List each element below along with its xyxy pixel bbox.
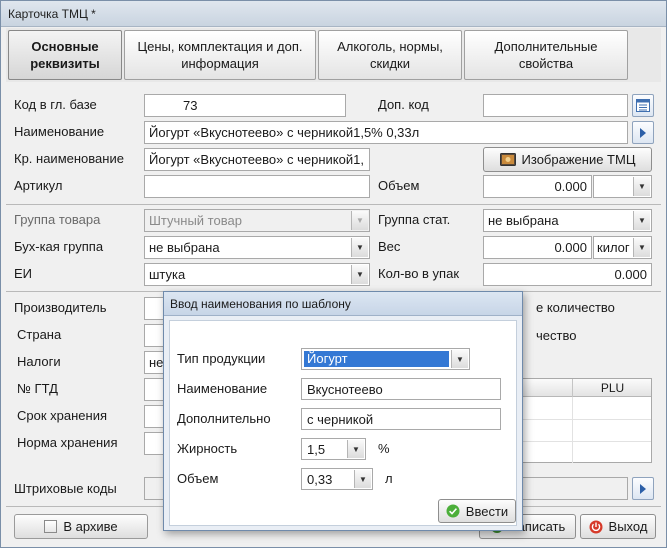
name-template-dialog: Ввод наименования по шаблону Тип продукц… (163, 291, 523, 531)
taxes-label: Налоги (17, 354, 61, 369)
product-type-value: Йогурт (304, 351, 449, 367)
fat-label: Жирность (177, 441, 238, 456)
quantity-text-2: чество (536, 328, 577, 343)
fat-value: 1,5 (307, 442, 326, 457)
weight-label: Вес (378, 239, 401, 254)
tab-main-details[interactable]: Основные реквизиты (8, 30, 122, 80)
tab-alcohol[interactable]: Алкоголь, нормы, скидки (318, 30, 462, 80)
unit-value: штука (149, 267, 186, 282)
arrow-right-icon (640, 483, 646, 494)
tab-bar: Основные реквизиты Цены, комплектация и … (6, 28, 661, 82)
exit-icon (589, 520, 603, 533)
product-group-label: Группа товара (14, 212, 101, 227)
tab-extra-properties[interactable]: Дополнительные свойства (464, 30, 628, 80)
dialog-body: Тип продукции Йогурт ▼ Наименование Вкус… (169, 320, 517, 526)
dialog-volume-value: 0,33 (307, 472, 333, 487)
list-button[interactable] (632, 94, 654, 117)
chevron-down-icon: ▼ (351, 211, 368, 230)
extra-code-field[interactable] (483, 94, 628, 117)
submit-button[interactable]: Ввести (438, 499, 516, 523)
grid-line (502, 419, 651, 420)
stat-group-select[interactable]: не выбрана ▼ (483, 209, 652, 232)
product-type-select[interactable]: Йогурт ▼ (301, 348, 470, 370)
product-image-button-label: Изображение ТМЦ (521, 152, 636, 167)
arrow-right-icon (640, 127, 646, 138)
product-group-select: Штучный товар ▼ (144, 209, 370, 232)
plu-column-header: PLU (572, 379, 652, 397)
dialog-volume-select[interactable]: 0,33 ▼ (301, 468, 373, 490)
list-icon (636, 99, 650, 112)
stat-group-label: Группа стат. (378, 212, 451, 227)
unit-select[interactable]: штука ▼ (144, 263, 370, 286)
stat-group-value: не выбрана (488, 213, 559, 228)
accounting-group-value: не выбрана (149, 240, 220, 255)
checkmark-icon (446, 504, 460, 518)
volume-field[interactable]: 0.000 (483, 175, 592, 198)
unit-label: ЕИ (14, 266, 33, 281)
dialog-name-label: Наименование (177, 381, 268, 396)
dialog-volume-unit: л (385, 471, 393, 486)
image-icon (499, 153, 516, 166)
name-label: Наименование (14, 124, 105, 139)
archive-label: В архиве (63, 519, 118, 534)
weight-unit-value: килог (597, 240, 630, 255)
accounting-group-select[interactable]: не выбрана ▼ (144, 236, 370, 259)
chevron-down-icon[interactable]: ▼ (351, 265, 368, 284)
tab-prices[interactable]: Цены, комплектация и доп. информация (124, 30, 316, 80)
chevron-down-icon[interactable]: ▼ (347, 440, 364, 458)
article-label: Артикул (14, 178, 63, 193)
pack-qty-label: Кол-во в упак (378, 266, 460, 281)
chevron-down-icon[interactable]: ▼ (354, 470, 371, 488)
quantity-text-1: е количество (536, 300, 615, 315)
barcodes-label: Штриховые коды (14, 481, 117, 496)
pack-qty-field[interactable]: 0.000 (483, 263, 652, 286)
plu-table-header: PLU (502, 379, 651, 397)
grid-line (502, 441, 651, 442)
product-image-button[interactable]: Изображение ТМЦ (483, 147, 652, 172)
exit-button-label: Выход (608, 519, 648, 534)
additional-field[interactable]: с черникой (301, 408, 501, 430)
chevron-down-icon[interactable]: ▼ (351, 238, 368, 257)
storage-norm-label: Норма хранения (17, 435, 118, 450)
volume-unit-select[interactable]: ▼ (593, 175, 652, 198)
fat-select[interactable]: 1,5 ▼ (301, 438, 366, 460)
code-field[interactable]: 73 (144, 94, 346, 117)
dialog-name-field[interactable]: Вкуснотеево (301, 378, 501, 400)
weight-field[interactable]: 0.000 (483, 236, 592, 259)
exit-button[interactable]: Выход (580, 514, 656, 539)
chevron-down-icon[interactable]: ▼ (451, 350, 468, 368)
chevron-down-icon[interactable]: ▼ (633, 238, 650, 257)
name-field[interactable]: Йогурт «Вкуснотеево» с черникой1,5% 0,33… (144, 121, 628, 144)
product-card-window: Карточка ТМЦ * Основные реквизиты Цены, … (0, 0, 667, 548)
name-template-button[interactable] (632, 121, 654, 144)
chevron-down-icon[interactable]: ▼ (633, 211, 650, 230)
barcodes-button[interactable] (632, 477, 654, 500)
window-title: Карточка ТМЦ * (1, 1, 666, 27)
manufacturer-label: Производитель (14, 300, 107, 315)
submit-button-label: Ввести (465, 503, 509, 519)
article-field[interactable] (144, 175, 370, 198)
fat-unit: % (378, 441, 390, 456)
plu-table[interactable]: PLU (501, 378, 652, 463)
chevron-down-icon[interactable]: ▼ (633, 177, 650, 196)
shelf-life-label: Срок хранения (17, 408, 107, 423)
short-name-label: Кр. наименование (14, 151, 124, 166)
product-group-value: Штучный товар (149, 213, 242, 228)
grid-line (572, 397, 573, 463)
weight-unit-select[interactable]: килог ▼ (593, 236, 652, 259)
extra-code-label: Доп. код (378, 97, 429, 112)
short-name-field[interactable]: Йогурт «Вкуснотеево» с черникой1, (144, 148, 370, 171)
dialog-volume-label: Объем (177, 471, 219, 486)
accounting-group-label: Бух-кая группа (14, 239, 104, 254)
divider (6, 204, 661, 205)
archive-checkbox[interactable] (44, 520, 58, 533)
gtd-label: № ГТД (17, 381, 58, 396)
archive-toggle[interactable]: В архиве (14, 514, 148, 539)
code-label: Код в гл. базе (14, 97, 97, 112)
volume-label: Объем (378, 178, 420, 193)
country-label: Страна (17, 327, 62, 342)
dialog-title: Ввод наименования по шаблону (164, 292, 522, 316)
additional-label: Дополнительно (177, 411, 271, 426)
product-type-label: Тип продукции (177, 351, 266, 366)
